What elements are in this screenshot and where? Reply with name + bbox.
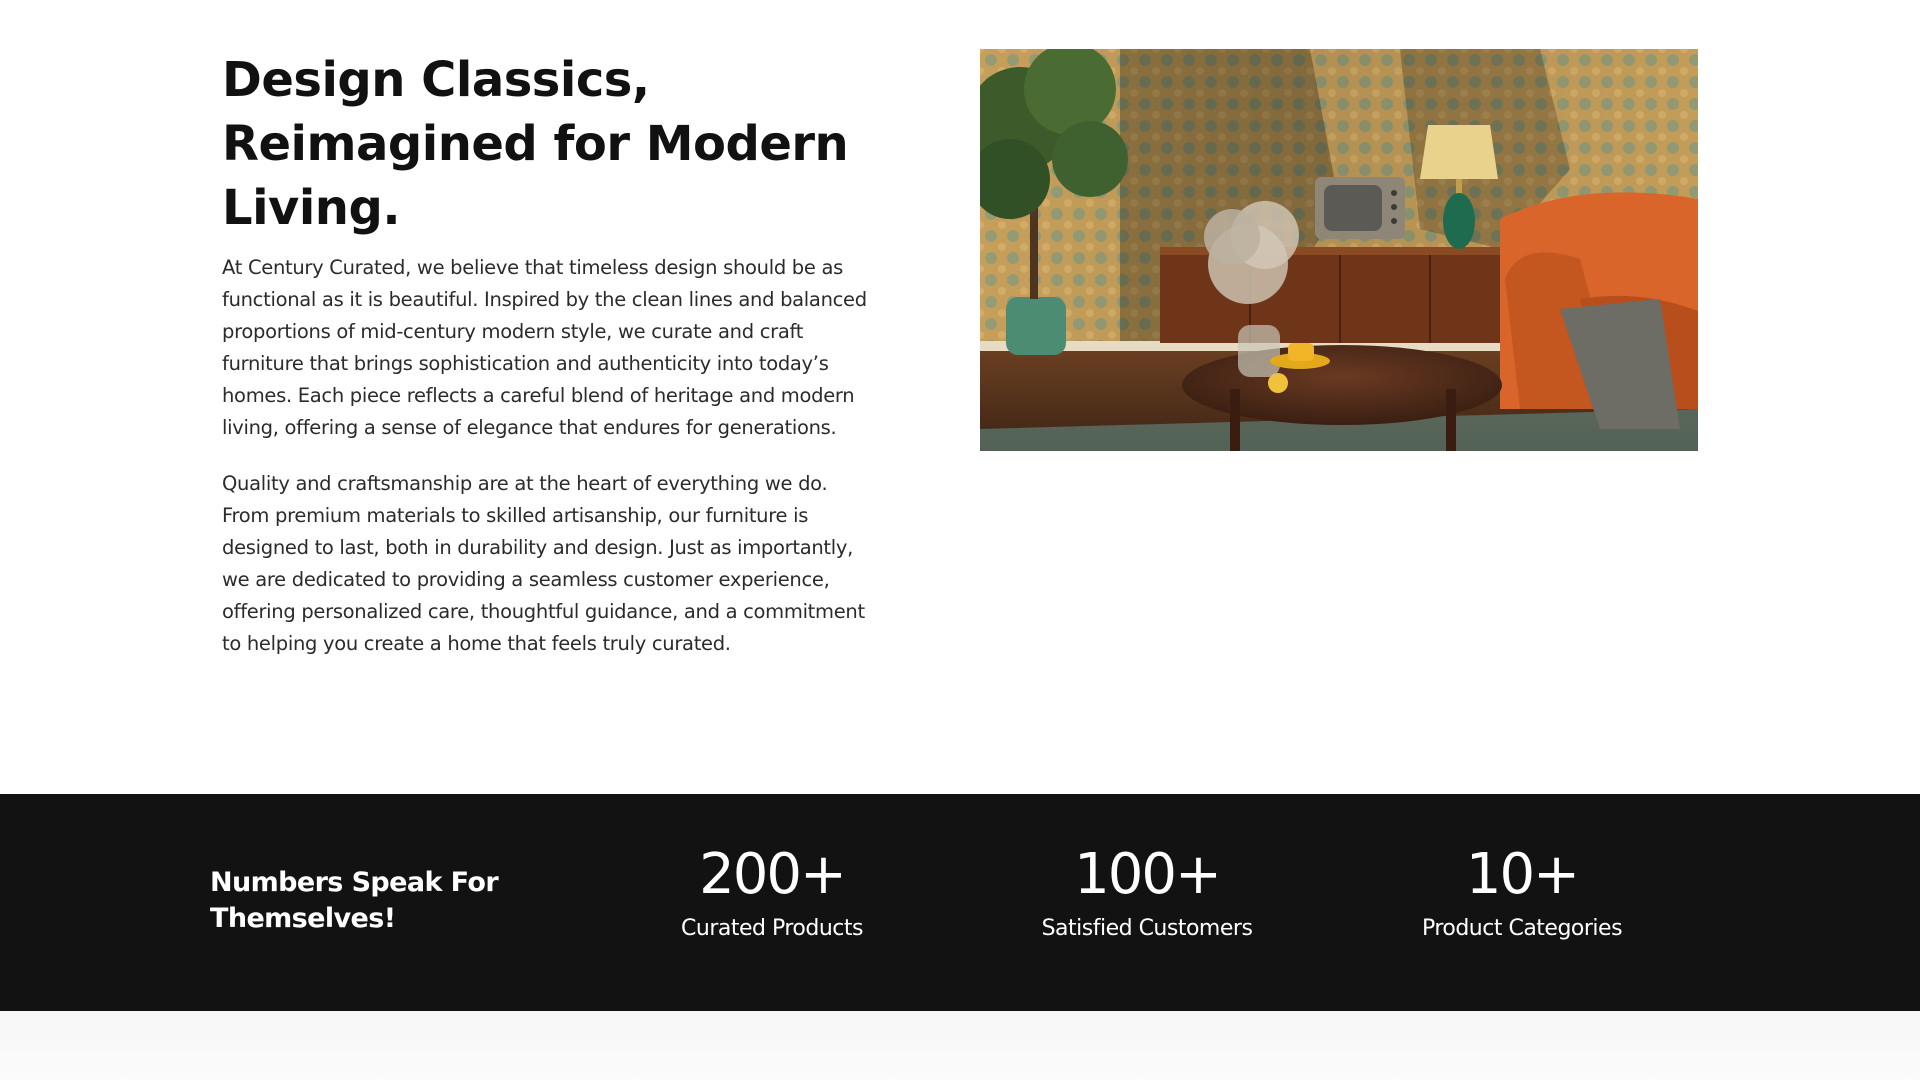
stat-product-categories: 10+ Product Categories [1372,840,1672,944]
about-text: Design Classics, Reimagined for Modern L… [222,48,872,660]
stat-number: 100+ [1074,842,1222,907]
stats-section: Numbers Speak For Themselves! 200+ Curat… [0,794,1920,1011]
stat-number: 200+ [699,842,847,907]
about-paragraph-1: At Century Curated, we believe that time… [222,256,867,439]
about-title: Design Classics, Reimagined for Modern L… [222,52,849,236]
stat-number: 10+ [1465,842,1580,907]
stat-satisfied-customers: 100+ Satisfied Customers [997,840,1297,944]
living-room-image [980,49,1698,451]
about-paragraph-2: Quality and craftsmanship are at the hea… [222,472,865,655]
next-section-background [0,1011,1920,1080]
about-section: Design Classics, Reimagined for Modern L… [0,0,1920,794]
stat-label: Product Categories [1421,916,1623,941]
stats-heading: Numbers Speak For Themselves! [210,867,499,934]
stat-curated-products: 200+ Curated Products [622,840,922,944]
stat-label: Curated Products [681,916,863,941]
stat-label: Satisfied Customers [1041,916,1253,941]
